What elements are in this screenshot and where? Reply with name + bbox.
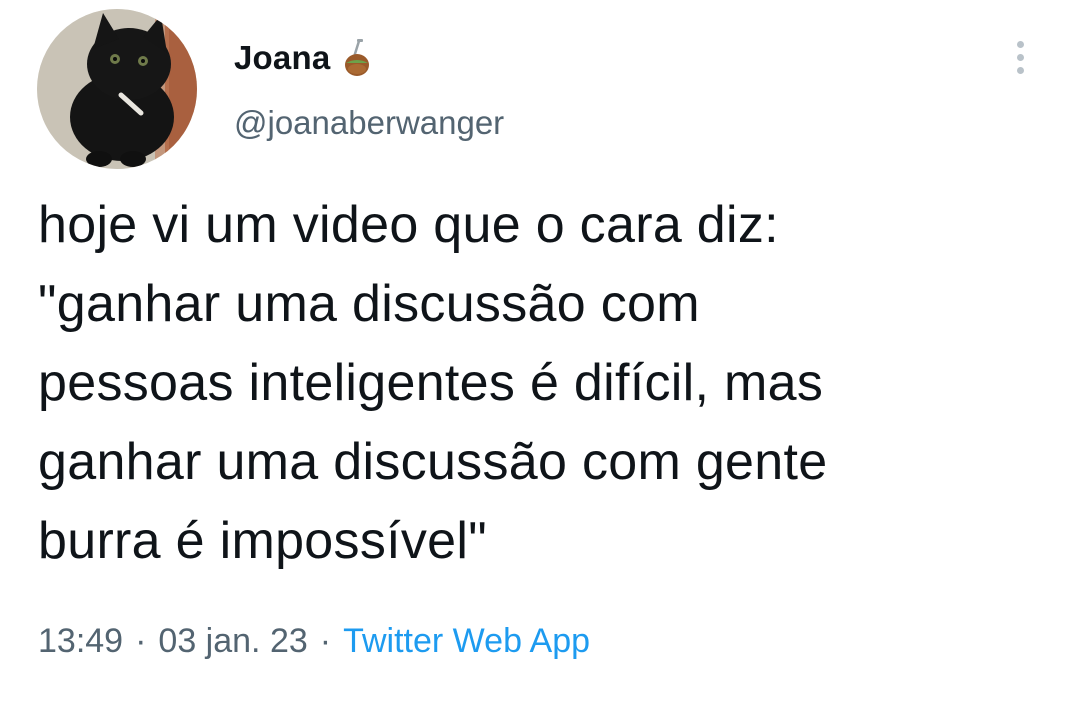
tweet-source-link[interactable]: Twitter Web App — [343, 622, 590, 661]
author-name-row: Joana — [234, 36, 372, 80]
tweet-time[interactable]: 13:49 — [38, 622, 123, 661]
more-options-icon[interactable] — [1002, 34, 1038, 80]
author-handle[interactable]: @joanaberwanger — [234, 104, 504, 142]
meta-separator: · — [319, 622, 332, 660]
more-dot — [1016, 53, 1024, 61]
tweet-card: Joana @joanaberwanger hoje vi um video q… — [0, 0, 1080, 710]
black-cat-avatar-icon — [37, 9, 197, 169]
author-avatar[interactable] — [37, 9, 197, 169]
more-dot — [1016, 66, 1024, 74]
meta-separator: · — [135, 622, 147, 660]
tweet-metadata: 13:49 · 03 jan. 23 · Twitter Web App — [38, 622, 590, 661]
tweet-text: hoje vi um video que o cara diz: "ganhar… — [38, 196, 828, 570]
mate-gourd-icon — [342, 38, 372, 82]
more-dot — [1016, 40, 1024, 48]
author-display-name[interactable]: Joana — [234, 39, 330, 77]
tweet-date[interactable]: 03 jan. 23 — [158, 622, 307, 661]
